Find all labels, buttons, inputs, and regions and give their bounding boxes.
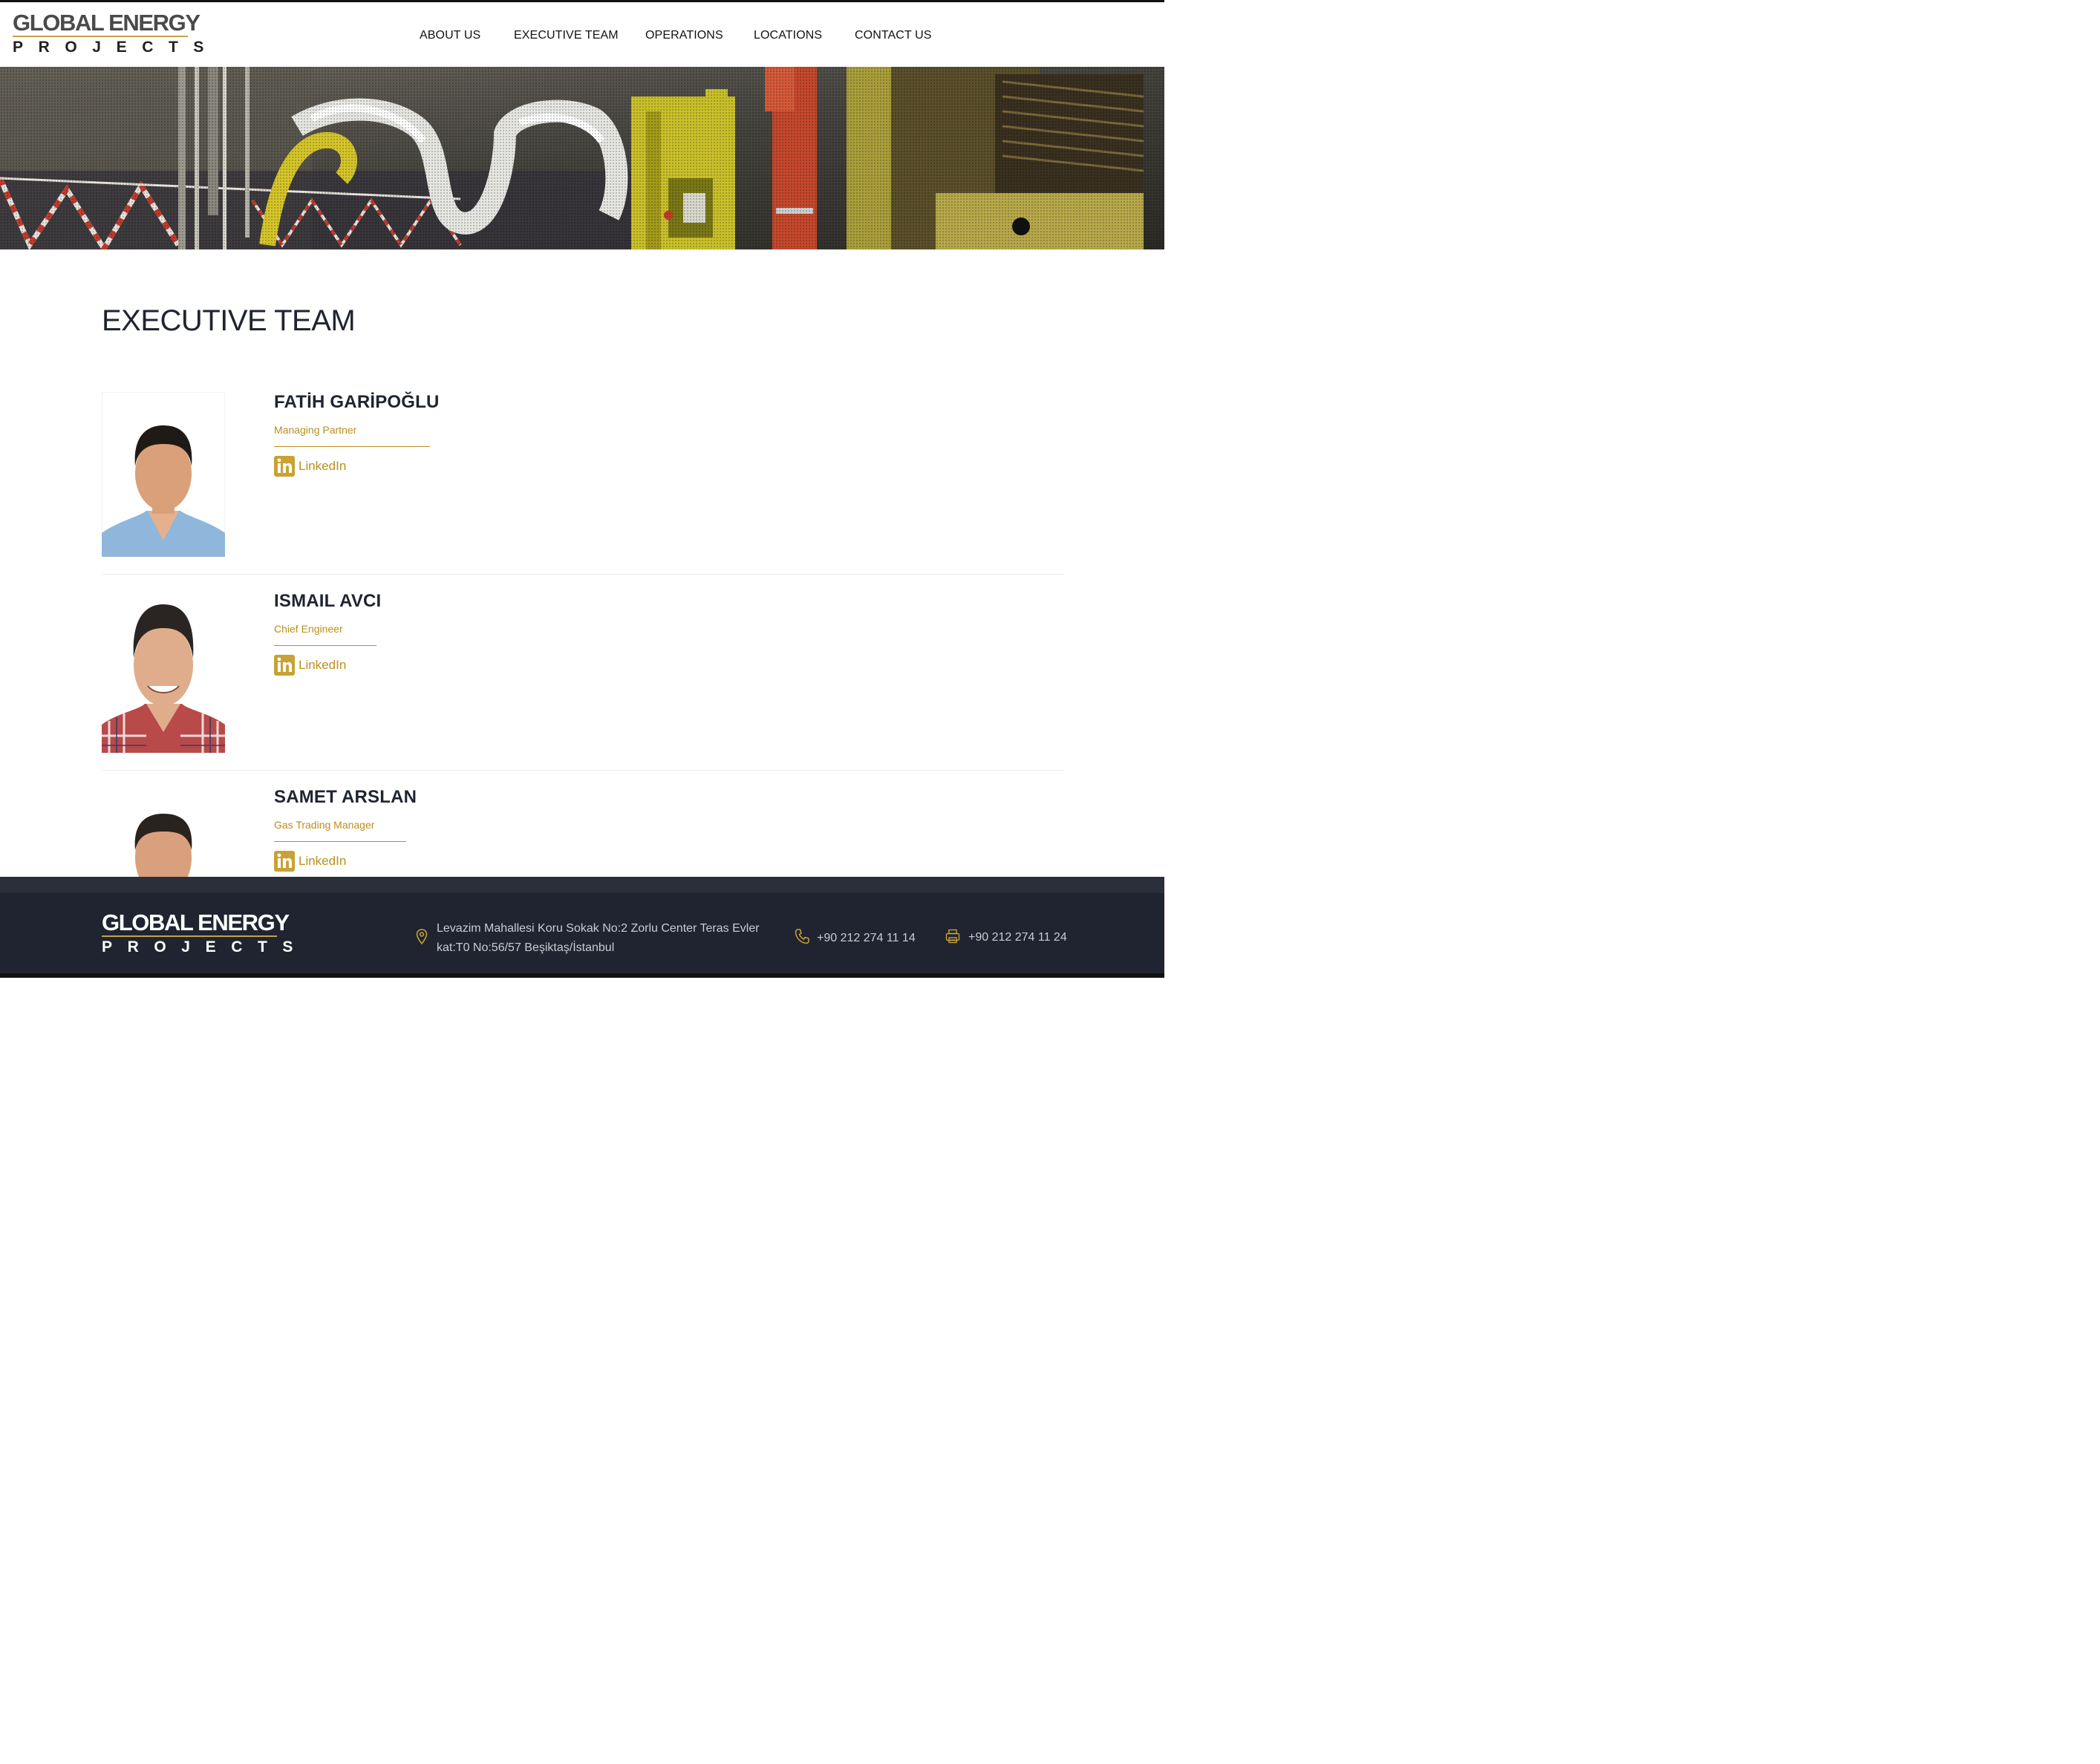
linkedin-link[interactable]: LinkedIn	[274, 851, 417, 872]
footer-phone[interactable]: +90 212 274 11 14	[795, 928, 916, 948]
footer-logo-line-2: PROJECTS	[102, 938, 308, 956]
logo-line-1: GLOBAL ENERGY	[13, 10, 200, 36]
linkedin-icon	[274, 456, 295, 477]
page-title: EXECUTIVE TEAM	[102, 304, 356, 337]
logo-rule	[13, 36, 188, 37]
member-info: SAMET ARSLAN Gas Trading Manager LinkedI…	[274, 787, 417, 872]
role-divider	[274, 645, 376, 646]
nav-about-us[interactable]: ABOUT US	[420, 29, 480, 42]
fax-number: +90 212 274 11 24	[968, 931, 1067, 944]
linkedin-label: LinkedIn	[299, 459, 347, 473]
footer-logo[interactable]: GLOBAL ENERGY PROJECTS	[102, 909, 308, 956]
logo-line-2: PROJECTS	[13, 39, 219, 56]
linkedin-link[interactable]: LinkedIn	[274, 655, 381, 676]
member-portrait-2	[102, 591, 225, 753]
footer-logo-rule	[102, 935, 277, 937]
linkedin-label: LinkedIn	[299, 854, 347, 868]
nav-locations[interactable]: LOCATIONS	[754, 29, 822, 42]
nav-operations[interactable]: OPERATIONS	[645, 29, 723, 42]
member-role: Chief Engineer	[274, 623, 343, 635]
fax-icon	[945, 929, 962, 947]
member-name: ISMAIL AVCI	[274, 591, 382, 611]
site-header: GLOBAL ENERGY PROJECTS ABOUT US EXECUTIV…	[0, 2, 1164, 67]
linkedin-icon	[274, 655, 295, 676]
phone-number: +90 212 274 11 14	[817, 931, 916, 944]
footer-fax: +90 212 274 11 24	[945, 928, 1067, 947]
member-info: ISMAIL AVCI Chief Engineer LinkedIn	[274, 591, 381, 676]
role-divider	[274, 841, 406, 842]
member-name: FATİH GARİPOĞLU	[274, 392, 440, 412]
site-logo[interactable]: GLOBAL ENERGY PROJECTS	[13, 10, 219, 56]
footer-address: Levazim Mahallesi Koru Sokak No:2 Zorlu …	[416, 919, 760, 958]
member-portrait-1	[102, 392, 225, 557]
member-photo	[102, 787, 225, 877]
member-photo	[102, 591, 225, 753]
nav-executive-team[interactable]: EXECUTIVE TEAM	[514, 29, 619, 42]
footer-logo-line-1: GLOBAL ENERGY	[102, 909, 290, 935]
nav-contact-us[interactable]: CONTACT US	[855, 29, 932, 42]
footer-top-band	[0, 877, 1164, 893]
linkedin-icon	[274, 851, 295, 872]
member-info: FATİH GARİPOĞLU Managing Partner LinkedI…	[274, 392, 440, 477]
address-line-2: kat:T0 No:56/57 Beşiktaş/İstanbul	[437, 941, 615, 954]
hero-illustration	[0, 67, 1164, 249]
address-line-1: Levazim Mahallesi Koru Sokak No:2 Zorlu …	[437, 922, 760, 935]
member-separator	[102, 574, 1064, 575]
linkedin-link[interactable]: LinkedIn	[274, 456, 440, 477]
footer-bottom-strip	[0, 973, 1164, 978]
site-footer: GLOBAL ENERGY PROJECTS Levazim Mahallesi…	[0, 893, 1164, 973]
member-photo	[102, 392, 225, 557]
member-separator	[102, 770, 1064, 771]
member-role: Gas Trading Manager	[274, 819, 375, 831]
member-role: Managing Partner	[274, 424, 357, 436]
hero-banner-image	[0, 67, 1164, 249]
role-divider	[274, 446, 430, 447]
member-portrait-3	[102, 787, 225, 877]
map-pin-icon	[416, 928, 431, 949]
phone-icon	[795, 928, 811, 948]
member-name: SAMET ARSLAN	[274, 787, 417, 807]
linkedin-label: LinkedIn	[299, 658, 347, 672]
